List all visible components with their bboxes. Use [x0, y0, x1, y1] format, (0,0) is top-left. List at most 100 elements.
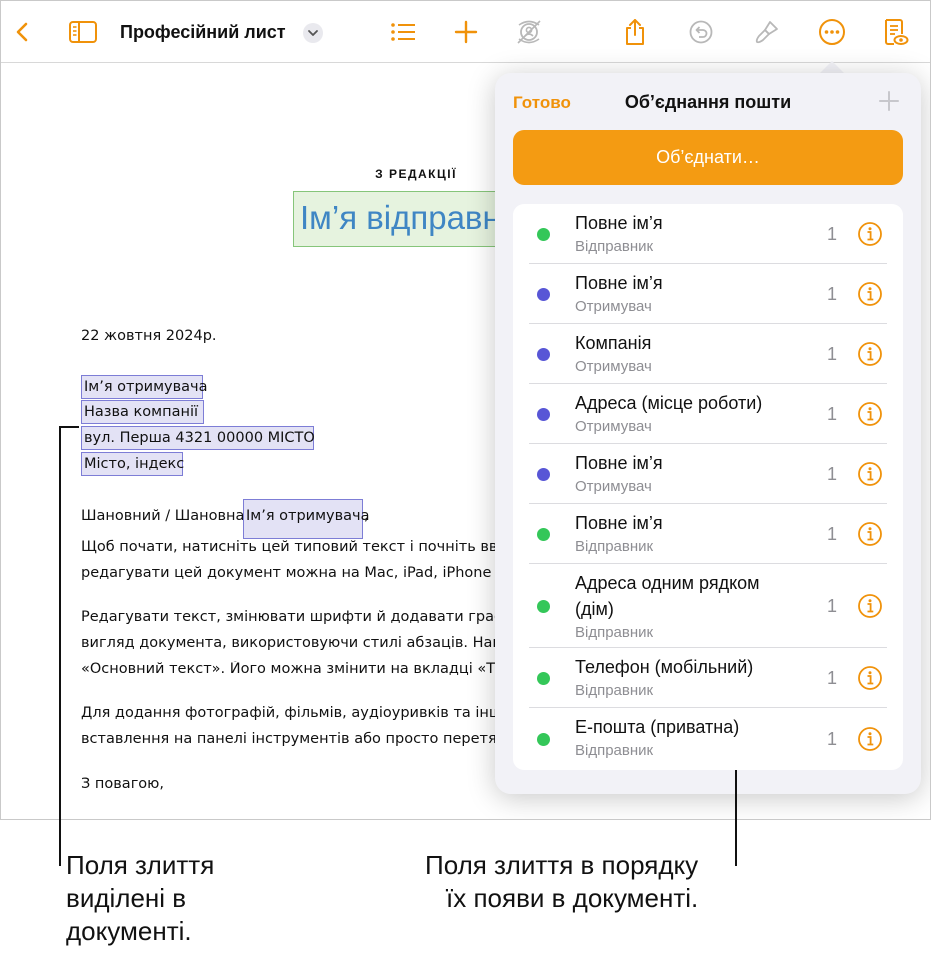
share-button[interactable]	[618, 15, 652, 49]
merge-field-row[interactable]: Повне ім’я Отримувач 1	[513, 264, 903, 324]
info-icon[interactable]	[857, 593, 883, 619]
sender-merge-field-label: Ім’я відправника	[300, 199, 502, 236]
mail-merge-popover: Готово Об’єднання пошти Об’єднати… Повне…	[495, 73, 921, 794]
merge-field-list: Повне ім’я Відправник 1 Повне ім’я Отримувач…	[513, 204, 903, 770]
letter-closing[interactable]: З повагою,	[81, 776, 164, 792]
body-line[interactable]: Для додання фотографій, фільмів, аудіоур…	[81, 705, 501, 721]
merge-field-row[interactable]: Повне ім’я Відправник 1	[513, 504, 903, 564]
add-field-button[interactable]	[875, 87, 903, 115]
app-window: Професійний лист З РЕДАКЦІЇ Ім’я відправ…	[0, 0, 931, 820]
body-line[interactable]: Редагувати текст, змінювати шрифти й дод…	[81, 609, 501, 625]
paintbrush-icon	[755, 21, 778, 44]
list-view-button[interactable]	[386, 15, 420, 49]
field-source: Отримувач	[575, 358, 652, 375]
field-color-dot	[537, 228, 550, 241]
merge-field-row[interactable]: Е-пошта (приватна) Відправник 1	[513, 708, 903, 770]
field-color-dot	[537, 288, 550, 301]
format-button[interactable]	[750, 15, 784, 49]
sidebar-icon	[69, 21, 97, 43]
city-merge-field[interactable]: Місто, індекс	[81, 452, 184, 476]
merge-button[interactable]: Об’єднати…	[513, 130, 903, 185]
merge-field-row[interactable]: Повне ім’я Отримувач 1	[513, 444, 903, 504]
sidebar-toggle-button[interactable]	[66, 15, 100, 49]
recipient-name-merge-field[interactable]: Ім’я отримувача	[81, 375, 208, 399]
field-count: 1	[826, 284, 837, 304]
info-icon[interactable]	[857, 341, 883, 367]
collaborate-button[interactable]	[512, 15, 546, 49]
greeting-suffix: ,	[364, 508, 369, 524]
back-button[interactable]	[6, 15, 40, 49]
field-count: 1	[826, 596, 837, 616]
field-title: Повне ім’я	[575, 273, 663, 293]
callout-right-line: їх появи в документі.	[446, 883, 699, 913]
greeting-recipient-merge-field[interactable]: Ім’я отримувача	[243, 499, 370, 539]
field-color-dot	[537, 348, 550, 361]
chevron-left-icon	[16, 22, 28, 42]
field-count: 1	[826, 224, 837, 244]
info-icon[interactable]	[857, 221, 883, 247]
letter-eyebrow: З РЕДАКЦІЇ	[375, 167, 457, 181]
merge-field-row[interactable]: Телефон (мобільний) Відправник 1	[513, 648, 903, 708]
list-icon	[391, 23, 415, 41]
info-icon[interactable]	[857, 461, 883, 487]
info-icon[interactable]	[857, 665, 883, 691]
letter-date[interactable]: 22 жовтня 2024р.	[81, 328, 217, 344]
field-color-dot	[537, 408, 550, 421]
field-source: Відправник	[575, 742, 654, 759]
callout-right-line: Поля злиття в порядку	[425, 850, 699, 880]
field-color-dot	[537, 468, 550, 481]
collaboration-icon	[517, 20, 541, 44]
field-source: Відправник	[575, 538, 654, 555]
more-icon	[819, 19, 845, 45]
body-line[interactable]: вигляд документа, використовуючи стилі а…	[81, 635, 501, 651]
reading-view-button[interactable]	[878, 15, 912, 49]
field-source: Отримувач	[575, 298, 652, 315]
callout-left-line: Поля злиття	[66, 850, 215, 880]
field-title: Е-пошта (приватна)	[575, 717, 740, 737]
field-color-dot	[537, 528, 550, 541]
info-icon[interactable]	[857, 521, 883, 547]
field-color-dot	[537, 672, 550, 685]
info-icon[interactable]	[857, 281, 883, 307]
merge-field-row[interactable]: Адреса (місце роботи) Отримувач 1	[513, 384, 903, 444]
address-merge-field[interactable]: вул. Перша 4321 00000 МІСТО	[81, 426, 315, 450]
undo-button[interactable]	[684, 15, 718, 49]
share-icon	[626, 19, 644, 45]
insert-button[interactable]	[449, 15, 483, 49]
field-count: 1	[826, 729, 837, 749]
sender-merge-field[interactable]: Ім’я відправника	[293, 191, 503, 247]
chevron-down-icon	[308, 30, 318, 36]
field-color-dot	[537, 733, 550, 746]
callout-left-line: документі.	[66, 916, 192, 946]
more-button[interactable]	[815, 15, 849, 49]
callout-left-line: виділені в	[66, 883, 187, 913]
plus-icon	[879, 91, 899, 111]
callout-leader	[59, 426, 79, 428]
company-merge-field[interactable]: Назва компанії	[81, 400, 204, 424]
merge-field-row[interactable]: Компанія Отримувач 1	[513, 324, 903, 384]
body-line[interactable]: вставлення на панелі інструментів або пр…	[81, 731, 501, 747]
field-count: 1	[826, 524, 837, 544]
greeting-prefix[interactable]: Шановний / Шановна	[81, 508, 244, 524]
field-count: 1	[826, 404, 837, 424]
document-title[interactable]: Професійний лист	[120, 22, 286, 43]
field-source: Відправник	[575, 238, 654, 255]
field-count: 1	[826, 668, 837, 688]
title-menu-button[interactable]	[303, 23, 323, 43]
body-line[interactable]: редагувати цей документ можна на Mac, iP…	[81, 565, 501, 581]
field-count: 1	[826, 344, 837, 364]
callout-leader	[59, 426, 61, 866]
field-source: Отримувач	[575, 478, 652, 495]
info-icon[interactable]	[857, 726, 883, 752]
info-icon[interactable]	[857, 401, 883, 427]
callout-leader	[735, 770, 737, 866]
field-title: Адреса одним рядком (дім)	[575, 573, 760, 619]
undo-icon	[689, 20, 713, 44]
merge-field-row[interactable]: Повне ім’я Відправник 1	[513, 204, 903, 264]
body-line[interactable]: Щоб почати, натисніть цей типовий текст …	[81, 539, 501, 555]
field-title: Адреса (місце роботи)	[575, 393, 763, 413]
merge-field-row[interactable]: Адреса одним рядком (дім) Відправник 1	[513, 564, 903, 648]
popover-title: Об’єднання пошти	[624, 92, 792, 112]
document-view-icon	[885, 19, 909, 45]
body-line[interactable]: «Основний текст». Його можна змінити на …	[81, 661, 501, 677]
